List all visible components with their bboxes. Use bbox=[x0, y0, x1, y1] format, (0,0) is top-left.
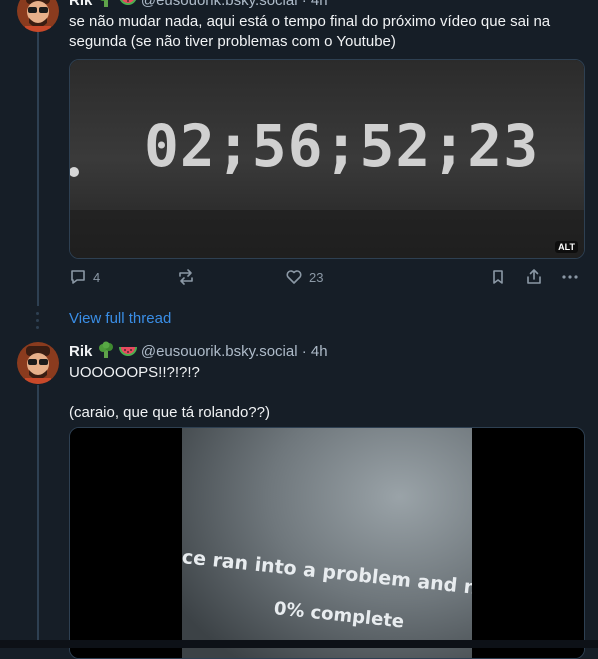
bookmark-icon bbox=[493, 270, 503, 284]
repost-button[interactable] bbox=[177, 268, 195, 286]
watermelon-emoji bbox=[118, 341, 137, 365]
handle[interactable]: @eusouorik.bsky.social bbox=[141, 343, 298, 360]
reply-icon bbox=[71, 270, 85, 284]
more-icon bbox=[562, 275, 578, 279]
heart-icon bbox=[286, 270, 302, 284]
progress-text: 0% complete bbox=[272, 598, 406, 633]
post-text: se não mudar nada, aqui está o tempo fin… bbox=[69, 13, 551, 50]
bottom-bar bbox=[0, 640, 598, 648]
view-full-thread-link[interactable]: View full thread bbox=[69, 309, 171, 329]
thread-line-top bbox=[37, 30, 39, 306]
share-button[interactable] bbox=[525, 268, 543, 286]
reply-button[interactable]: 4 bbox=[69, 268, 100, 286]
bookmark-button[interactable] bbox=[489, 268, 507, 286]
post-video[interactable]: ce ran into a problem and need 0% comple… bbox=[69, 427, 585, 659]
post-text-line-1: UOOOOOPS!!?!?!? bbox=[69, 364, 200, 381]
thread-line-bottom bbox=[37, 385, 39, 640]
timecode-text: 02;56;52;23 bbox=[144, 112, 540, 180]
post-actions: 4 23 bbox=[69, 268, 583, 288]
handle[interactable]: @eusouorik.bsky.social bbox=[141, 0, 298, 9]
like-button[interactable]: 23 bbox=[285, 268, 323, 286]
repost-icon bbox=[179, 269, 193, 285]
time-separator: · bbox=[301, 343, 307, 360]
share-icon bbox=[527, 269, 541, 284]
post-image[interactable]: 02;56;52;23 ALT bbox=[69, 59, 585, 259]
post-header: Rik @eusouorik.bsky.social · 4h bbox=[69, 341, 584, 365]
display-name[interactable]: Rik bbox=[69, 343, 92, 360]
more-button[interactable] bbox=[561, 268, 579, 286]
post-time[interactable]: 4h bbox=[311, 343, 328, 360]
avatar[interactable] bbox=[17, 0, 59, 32]
thread-ellipsis-dots bbox=[36, 312, 40, 333]
broccoli-emoji bbox=[97, 341, 115, 365]
avatar[interactable] bbox=[17, 342, 59, 384]
alt-badge[interactable]: ALT bbox=[555, 241, 578, 253]
like-count: 23 bbox=[309, 269, 324, 285]
time-separator: · bbox=[301, 0, 307, 9]
reply-count: 4 bbox=[93, 269, 101, 285]
error-screen-text: ce ran into a problem and need bbox=[182, 546, 472, 604]
post-time[interactable]: 4h bbox=[311, 0, 328, 9]
display-name[interactable]: Rik bbox=[69, 0, 92, 9]
post-text-line-2: (caraio, que que tá rolando??) bbox=[69, 404, 270, 421]
